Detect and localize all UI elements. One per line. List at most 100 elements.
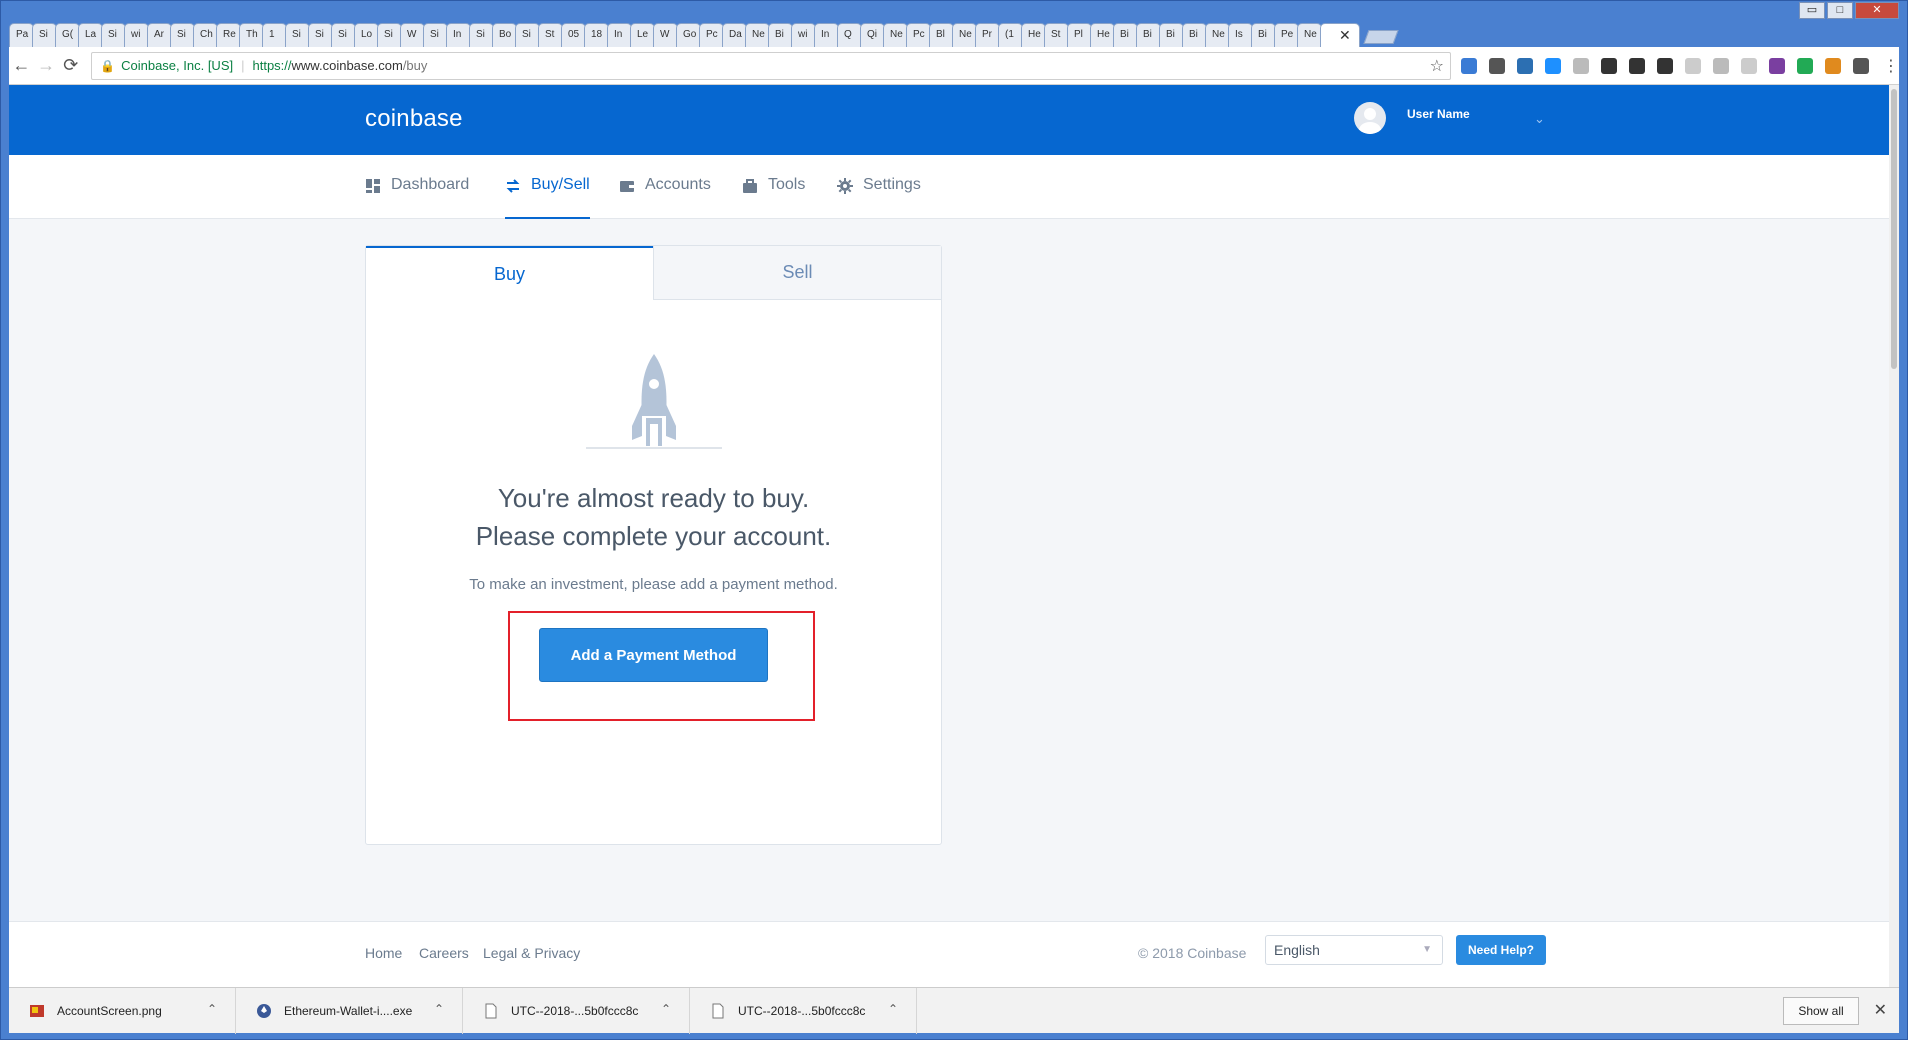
browser-tab[interactable]: Pc xyxy=(699,23,724,47)
browser-tab[interactable]: In xyxy=(446,23,471,47)
browser-tab[interactable]: Bi xyxy=(1159,23,1184,47)
browser-tab[interactable]: Bi xyxy=(1113,23,1138,47)
chevron-up-icon[interactable]: ⌃ xyxy=(434,1002,444,1016)
nav-accounts[interactable]: Accounts xyxy=(619,176,711,219)
browser-tab[interactable]: St xyxy=(538,23,563,47)
extension-icon[interactable] xyxy=(1825,57,1842,74)
browser-tab[interactable]: Ch xyxy=(193,23,218,47)
browser-tab[interactable]: Pa xyxy=(9,23,34,47)
browser-tab[interactable]: Ne xyxy=(883,23,908,47)
browser-tab[interactable]: La xyxy=(78,23,103,47)
browser-tab[interactable]: 05 xyxy=(561,23,586,47)
footer-link-careers[interactable]: Careers xyxy=(419,945,469,961)
browser-tab[interactable]: St xyxy=(1044,23,1069,47)
extension-icon[interactable] xyxy=(1573,57,1590,74)
extension-icon[interactable] xyxy=(1489,57,1506,74)
browser-tab[interactable]: In xyxy=(814,23,839,47)
extension-icon[interactable] xyxy=(1797,57,1814,74)
close-window-button[interactable]: ✕ xyxy=(1855,2,1899,19)
browser-tab[interactable]: Is xyxy=(1228,23,1253,47)
add-payment-method-button[interactable]: Add a Payment Method xyxy=(539,628,768,682)
browser-tab[interactable]: Le xyxy=(630,23,655,47)
browser-tab[interactable]: 18 xyxy=(584,23,609,47)
browser-tab[interactable]: 1 xyxy=(262,23,287,47)
language-select[interactable]: English ▼ xyxy=(1265,935,1443,965)
browser-tab[interactable]: He xyxy=(1021,23,1046,47)
browser-tab[interactable]: Pr xyxy=(975,23,1000,47)
browser-tab[interactable]: Si xyxy=(331,23,356,47)
user-menu[interactable]: User Name xyxy=(1354,102,1470,134)
extension-icon[interactable] xyxy=(1517,57,1534,74)
tab-buy[interactable]: Buy xyxy=(366,246,653,300)
browser-tab[interactable]: Ar xyxy=(147,23,172,47)
footer-link-home[interactable]: Home xyxy=(365,945,402,961)
browser-tab[interactable]: Si xyxy=(515,23,540,47)
browser-tab[interactable]: Re xyxy=(216,23,241,47)
close-shelf-icon[interactable]: ✕ xyxy=(1874,1000,1887,1020)
browser-tab[interactable]: Th xyxy=(239,23,264,47)
browser-tab[interactable]: Pc xyxy=(906,23,931,47)
browser-tab[interactable]: Ne xyxy=(952,23,977,47)
nav-settings[interactable]: Settings xyxy=(837,176,921,219)
show-all-downloads-button[interactable]: Show all xyxy=(1783,997,1859,1025)
browser-tab[interactable]: Ne xyxy=(1297,23,1322,47)
download-item[interactable]: AccountScreen.png ⌃ xyxy=(9,987,236,1034)
browser-tab[interactable]: Go xyxy=(676,23,701,47)
extension-icon[interactable] xyxy=(1601,57,1618,74)
browser-tab[interactable]: Bi xyxy=(1182,23,1207,47)
browser-tab[interactable]: Lo xyxy=(354,23,379,47)
extension-icon[interactable] xyxy=(1741,57,1758,74)
chevron-up-icon[interactable]: ⌃ xyxy=(661,1002,671,1016)
scrollbar[interactable] xyxy=(1889,85,1899,987)
browser-tab[interactable]: wi xyxy=(124,23,149,47)
browser-tab[interactable]: Si xyxy=(308,23,333,47)
browser-tab[interactable]: Bo xyxy=(492,23,517,47)
browser-tab[interactable]: wi xyxy=(791,23,816,47)
browser-tab[interactable]: Si xyxy=(469,23,494,47)
browser-tab[interactable]: Si xyxy=(285,23,310,47)
download-item[interactable]: Ethereum-Wallet-i....exe ⌃ xyxy=(236,987,463,1034)
browser-menu-icon[interactable]: ⋮ xyxy=(1883,56,1899,76)
browser-tab[interactable]: Bi xyxy=(1251,23,1276,47)
extension-icon[interactable] xyxy=(1685,57,1702,74)
extension-icon[interactable] xyxy=(1461,57,1478,74)
browser-tab[interactable]: Si xyxy=(170,23,195,47)
browser-tab[interactable]: Pl xyxy=(1067,23,1092,47)
browser-tab[interactable]: G( xyxy=(55,23,80,47)
browser-tab[interactable]: Q xyxy=(837,23,862,47)
chevron-up-icon[interactable]: ⌃ xyxy=(207,1002,217,1016)
extension-icon[interactable] xyxy=(1545,57,1562,74)
browser-tab[interactable]: In xyxy=(607,23,632,47)
new-tab-button[interactable] xyxy=(1363,30,1399,44)
chevron-down-icon[interactable]: ⌄ xyxy=(1534,111,1545,127)
download-item[interactable]: UTC--2018-...5b0fccc8c ⌃ xyxy=(690,987,917,1034)
extension-icon[interactable] xyxy=(1629,57,1646,74)
download-item[interactable]: UTC--2018-...5b0fccc8c ⌃ xyxy=(463,987,690,1034)
footer-link-legal[interactable]: Legal & Privacy xyxy=(483,945,580,961)
tab-sell[interactable]: Sell xyxy=(653,246,941,300)
extension-icon[interactable] xyxy=(1853,57,1870,74)
need-help-button[interactable]: Need Help? xyxy=(1456,935,1546,965)
extension-icon[interactable] xyxy=(1713,57,1730,74)
browser-tab[interactable]: Ne xyxy=(1205,23,1230,47)
browser-tab[interactable]: Da xyxy=(722,23,747,47)
browser-tab[interactable]: Pe xyxy=(1274,23,1299,47)
browser-tab[interactable]: W xyxy=(400,23,425,47)
browser-tab[interactable]: Si xyxy=(32,23,57,47)
browser-tab[interactable]: Bl xyxy=(929,23,954,47)
nav-tools[interactable]: Tools xyxy=(742,176,805,219)
chevron-up-icon[interactable]: ⌃ xyxy=(888,1002,898,1016)
nav-dashboard[interactable]: Dashboard xyxy=(365,176,469,219)
browser-tab[interactable]: Bi xyxy=(1136,23,1161,47)
restore-button[interactable]: □ xyxy=(1827,2,1853,19)
nav-buy-sell[interactable]: Buy/Sell xyxy=(505,176,590,219)
browser-tab[interactable]: W xyxy=(653,23,678,47)
browser-tab[interactable]: He xyxy=(1090,23,1115,47)
extension-icon[interactable] xyxy=(1657,57,1674,74)
browser-tab[interactable]: Bi xyxy=(768,23,793,47)
browser-tab[interactable]: Si xyxy=(423,23,448,47)
scrollbar-thumb[interactable] xyxy=(1891,89,1897,369)
browser-tab[interactable]: Si xyxy=(377,23,402,47)
active-tab-close-icon[interactable]: ✕ xyxy=(1320,23,1360,47)
back-button[interactable]: ← xyxy=(9,55,34,76)
